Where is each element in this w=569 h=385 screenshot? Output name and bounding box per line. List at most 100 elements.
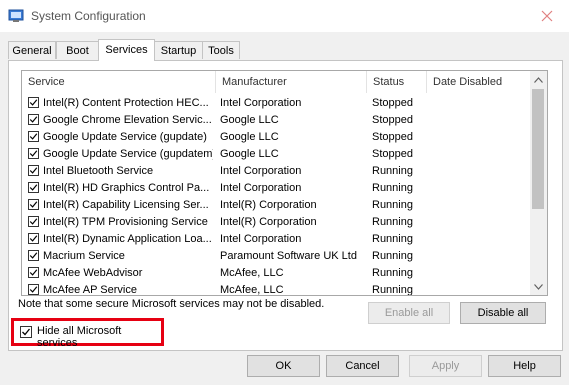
service-status: Stopped [372, 97, 413, 109]
checkmark-icon [29, 269, 38, 276]
tab-services[interactable]: Services [98, 39, 155, 61]
service-name: Intel(R) Dynamic Application Loa... [43, 233, 212, 245]
system-configuration-icon [8, 9, 24, 22]
service-name: Macrium Service [43, 250, 125, 262]
service-manufacturer: Intel Corporation [220, 97, 302, 109]
table-row[interactable]: Intel(R) Content Protection HEC... Intel … [22, 95, 532, 112]
tab-boot[interactable]: Boot [56, 41, 99, 59]
table-row[interactable]: McAfee WebAdvisor McAfee, LLC Running [22, 265, 532, 282]
chevron-down-icon [534, 283, 543, 290]
table-row[interactable]: McAfee AP Service McAfee, LLC Running [22, 282, 532, 296]
checkmark-icon [29, 235, 38, 242]
scroll-up-button[interactable] [530, 71, 547, 88]
service-status: Running [372, 182, 413, 194]
column-service[interactable]: Service [22, 71, 216, 93]
ok-button[interactable]: OK [247, 355, 320, 377]
service-status: Running [372, 267, 413, 279]
service-checkbox[interactable] [28, 148, 39, 159]
disable-all-button[interactable]: Disable all [460, 302, 546, 324]
table-row[interactable]: Macrium Service Paramount Software UK Ltd… [22, 248, 532, 265]
table-row[interactable]: Intel(R) Dynamic Application Loa... Intel… [22, 231, 532, 248]
service-status: Running [372, 216, 413, 228]
service-checkbox[interactable] [28, 233, 39, 244]
service-status: Stopped [372, 114, 413, 126]
service-manufacturer: Google LLC [220, 114, 279, 126]
checkmark-icon [29, 252, 38, 259]
service-manufacturer: Google LLC [220, 148, 279, 160]
service-checkbox[interactable] [28, 114, 39, 125]
service-checkbox[interactable] [28, 131, 39, 142]
service-checkbox[interactable] [28, 284, 39, 295]
service-status: Running [372, 199, 413, 211]
enable-all-button[interactable]: Enable all [368, 302, 450, 324]
service-name: Intel(R) Capability Licensing Ser... [43, 199, 209, 211]
column-manufacturer[interactable]: Manufacturer [216, 71, 367, 93]
service-manufacturer: Google LLC [220, 131, 279, 143]
hide-microsoft-services-checkbox[interactable] [20, 326, 32, 338]
hide-microsoft-services-highlight: Hide all Microsoft services [11, 318, 164, 349]
checkmark-icon [29, 116, 38, 123]
tab-tools[interactable]: Tools [202, 41, 240, 59]
service-status: Stopped [372, 148, 413, 160]
close-icon [541, 10, 552, 22]
service-name: Google Update Service (gupdate) [43, 131, 207, 143]
help-button[interactable]: Help [488, 355, 561, 377]
service-checkbox[interactable] [28, 250, 39, 261]
table-row[interactable]: Intel Bluetooth Service Intel Corporation… [22, 163, 532, 180]
table-row[interactable]: Intel(R) HD Graphics Control Pa... Intel … [22, 180, 532, 197]
service-name: Google Chrome Elevation Servic... [43, 114, 212, 126]
window-title: System Configuration [31, 9, 146, 23]
service-checkbox[interactable] [28, 199, 39, 210]
secure-services-note: Note that some secure Microsoft services… [18, 298, 325, 310]
cancel-button[interactable]: Cancel [326, 355, 399, 377]
checkmark-icon [29, 99, 38, 106]
checkmark-icon [29, 133, 38, 140]
apply-button[interactable]: Apply [409, 355, 482, 377]
service-name: Intel(R) Content Protection HEC... [43, 97, 209, 109]
service-manufacturer: Paramount Software UK Ltd [220, 250, 357, 262]
service-name: Intel(R) HD Graphics Control Pa... [43, 182, 210, 194]
scroll-down-button[interactable] [530, 278, 547, 295]
service-checkbox[interactable] [28, 97, 39, 108]
checkmark-icon [29, 218, 38, 225]
table-row[interactable]: Intel(R) Capability Licensing Ser... Inte… [22, 197, 532, 214]
service-status: Running [372, 233, 413, 245]
close-button[interactable] [524, 0, 569, 32]
hide-microsoft-services-label[interactable]: Hide all Microsoft services [37, 325, 161, 349]
tab-startup[interactable]: Startup [154, 41, 203, 59]
service-checkbox[interactable] [28, 165, 39, 176]
chevron-up-icon [534, 76, 543, 83]
service-manufacturer: Intel(R) Corporation [220, 216, 317, 228]
column-status[interactable]: Status [367, 71, 427, 93]
scroll-thumb[interactable] [532, 89, 544, 209]
service-checkbox[interactable] [28, 267, 39, 278]
service-name: Intel Bluetooth Service [43, 165, 154, 177]
services-list[interactable]: Service Manufacturer Status Date Disable… [21, 70, 548, 296]
checkmark-icon [29, 150, 38, 157]
checkmark-icon [29, 286, 38, 293]
service-name: Google Update Service (gupdatem) [43, 148, 213, 160]
table-row[interactable]: Google Update Service (gupdate) Google LL… [22, 129, 532, 146]
service-status: Running [372, 284, 413, 296]
service-status: Stopped [372, 131, 413, 143]
service-status: Running [372, 165, 413, 177]
title-bar: System Configuration [0, 0, 569, 32]
service-checkbox[interactable] [28, 182, 39, 193]
checkmark-icon [29, 184, 38, 191]
column-date-disabled[interactable]: Date Disabled [427, 71, 532, 93]
table-row[interactable]: Google Update Service (gupdatem) Google L… [22, 146, 532, 163]
service-checkbox[interactable] [28, 216, 39, 227]
tab-general[interactable]: General [8, 41, 56, 59]
service-manufacturer: Intel Corporation [220, 182, 302, 194]
table-row[interactable]: Intel(R) TPM Provisioning Service Intel(R… [22, 214, 532, 231]
service-manufacturer: Intel(R) Corporation [220, 199, 317, 211]
service-name: McAfee AP Service [43, 284, 137, 296]
service-name: McAfee WebAdvisor [43, 267, 143, 279]
table-row[interactable]: Google Chrome Elevation Servic... Google … [22, 112, 532, 129]
system-configuration-window: System Configuration General Boot Servic… [0, 0, 569, 385]
list-header: Service Manufacturer Status Date Disable… [22, 71, 532, 93]
checkmark-icon [29, 167, 38, 174]
vertical-scrollbar[interactable] [530, 71, 547, 295]
service-rows: Intel(R) Content Protection HEC... Intel … [22, 95, 532, 296]
service-name: Intel(R) TPM Provisioning Service [43, 216, 208, 228]
